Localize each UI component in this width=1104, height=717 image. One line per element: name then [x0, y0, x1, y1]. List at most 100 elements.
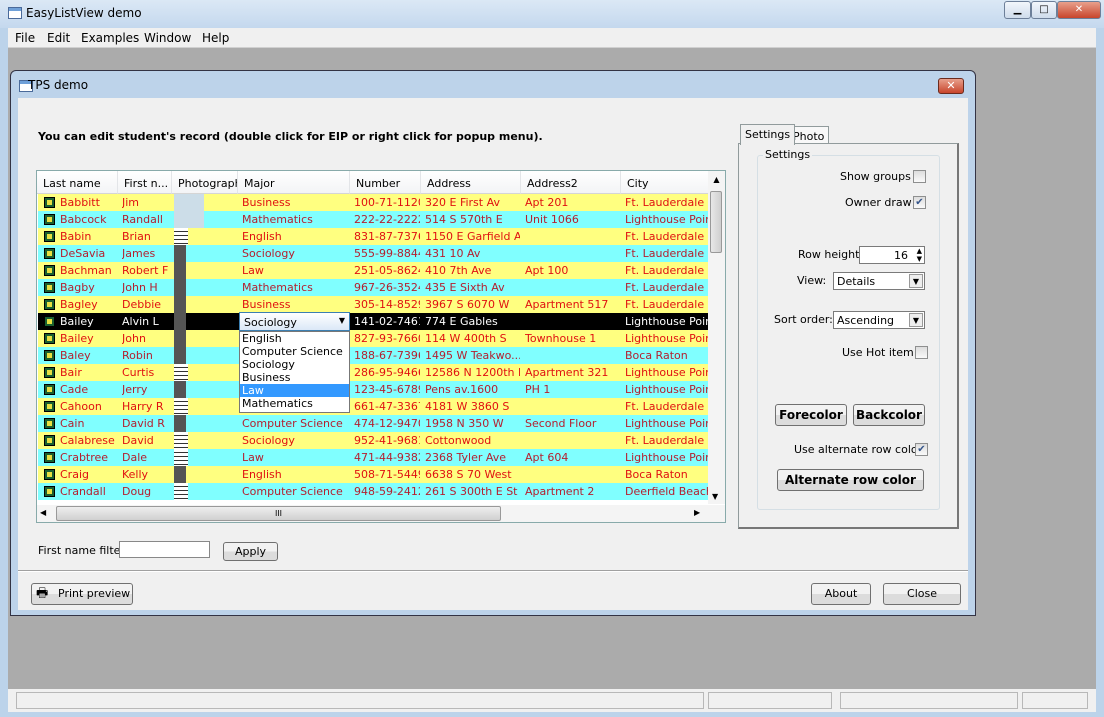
- table-row[interactable]: Bailey John 827-93-7660 114 W 400th S Townho…: [38, 330, 708, 347]
- show-groups-checkbox[interactable]: [913, 170, 926, 183]
- cell-city: Boca Raton: [625, 468, 688, 481]
- tab-settings[interactable]: Settings: [740, 124, 796, 145]
- menu-window[interactable]: Window: [144, 31, 191, 45]
- table-row[interactable]: Babin Brian English 831-87-7376 1150 E Garfi…: [38, 228, 708, 245]
- horizontal-scrollbar[interactable]: ◀ III ▶: [37, 505, 725, 522]
- table-row[interactable]: Crabtree Dale Law 471-44-9382 2368 Tyler Ave…: [38, 449, 708, 466]
- column-header-address[interactable]: Address: [421, 171, 521, 194]
- first-name-filter-input[interactable]: [119, 541, 210, 558]
- menu-examples[interactable]: Examples: [81, 31, 139, 45]
- table-row[interactable]: Bair Curtis 286-95-9466 12586 N 1200th E Apa…: [38, 364, 708, 381]
- close-button[interactable]: Close: [883, 583, 961, 605]
- column-header-major[interactable]: Major: [238, 171, 350, 194]
- table-row[interactable]: Bailey Alvin L 141-02-7461 774 E Gables Ligh…: [38, 313, 708, 330]
- owner-draw-checkbox[interactable]: ✔: [913, 196, 926, 209]
- alternate-row-color-button[interactable]: Alternate row color: [777, 469, 924, 491]
- major-option[interactable]: Law: [240, 384, 349, 397]
- table-row[interactable]: Crandall Doug Computer Science 948-59-2412 2…: [38, 483, 708, 500]
- major-option[interactable]: Business: [240, 371, 349, 384]
- chevron-down-icon[interactable]: ▼: [339, 316, 345, 325]
- cell-city: Lighthouse Point.: [625, 213, 708, 226]
- child-close-button[interactable]: ✕: [938, 78, 964, 94]
- cell-number: 831-87-7376: [354, 230, 420, 243]
- student-list-view[interactable]: Last name First n... Photograph Major Number…: [36, 170, 726, 523]
- sort-order-select[interactable]: Ascending ▼: [833, 311, 925, 329]
- close-window-button[interactable]: ✕: [1057, 1, 1101, 19]
- printer-icon: 🖶: [36, 586, 49, 601]
- scroll-down-arrow-icon[interactable]: ▼: [712, 492, 718, 501]
- cell-city: Lighthouse Point: [625, 417, 708, 430]
- maximize-button[interactable]: □: [1031, 1, 1057, 19]
- cell-address: 435 E Sixth Av: [425, 281, 505, 294]
- scroll-left-arrow-icon[interactable]: ◀: [40, 508, 46, 517]
- cell-major: English: [242, 468, 282, 481]
- table-row[interactable]: Bachman Robert F Law 251-05-8624 410 7th Ave…: [38, 262, 708, 279]
- vertical-scroll-thumb[interactable]: [710, 191, 722, 253]
- table-row[interactable]: Calabrese David Sociology 952-41-9681 Cotton…: [38, 432, 708, 449]
- status-bar: [8, 689, 1096, 712]
- table-row[interactable]: Craig Kelly English 508-71-5449 6638 S 70 We…: [38, 466, 708, 483]
- instructions-text: You can edit student's record (double cl…: [38, 130, 543, 143]
- column-header-photograph[interactable]: Photograph: [172, 171, 238, 194]
- major-option[interactable]: Mathematics: [240, 397, 349, 410]
- hot-item-checkbox[interactable]: [915, 346, 928, 359]
- column-header-address2[interactable]: Address2: [521, 171, 621, 194]
- row-height-spinner[interactable]: 16 ▲ ▼: [859, 246, 925, 264]
- cell-number: 222-22-2222: [354, 213, 420, 226]
- cell-number: 474-12-9470: [354, 417, 420, 430]
- scroll-right-arrow-icon[interactable]: ▶: [694, 508, 700, 517]
- cell-address2: Townhouse 1: [525, 332, 597, 345]
- cell-major: Computer Science: [242, 417, 343, 430]
- view-select[interactable]: Details ▼: [833, 272, 925, 290]
- student-photo: [174, 262, 186, 279]
- column-header-number[interactable]: Number: [350, 171, 421, 194]
- major-option[interactable]: Sociology: [240, 358, 349, 371]
- sort-order-value: Ascending: [837, 314, 895, 327]
- spinner-arrows-icon[interactable]: ▲ ▼: [917, 247, 922, 263]
- settings-group-label: Settings: [763, 148, 813, 161]
- table-row[interactable]: Bagby John H Mathematics 967-26-3524 435 E S…: [38, 279, 708, 296]
- major-option[interactable]: English: [240, 332, 349, 345]
- menu-edit[interactable]: Edit: [47, 31, 70, 45]
- menu-help[interactable]: Help: [202, 31, 229, 45]
- table-row[interactable]: Cain David R Computer Science 474-12-9470 19…: [38, 415, 708, 432]
- table-row[interactable]: Babcock Randall Mathematics 222-22-2222 514 …: [38, 211, 708, 228]
- about-button[interactable]: About: [811, 583, 871, 605]
- vertical-scrollbar[interactable]: ▼: [708, 189, 725, 504]
- table-row[interactable]: Cade Jerry 123-45-6789 Pens av.1600 PH 1 Ligh…: [38, 381, 708, 398]
- cell-first-name: Robert F: [122, 264, 169, 277]
- forecolor-button[interactable]: Forecolor: [775, 404, 847, 426]
- chevron-down-icon[interactable]: ▼: [909, 274, 923, 288]
- chevron-down-icon[interactable]: ▼: [909, 313, 923, 327]
- cell-first-name: John H: [122, 281, 158, 294]
- column-header-first-name[interactable]: First n...: [118, 171, 172, 194]
- table-row[interactable]: DeSavia James Sociology 555-99-8844 431 10 A…: [38, 245, 708, 262]
- scroll-up-arrow-icon[interactable]: ▲: [708, 171, 725, 189]
- student-photo: [174, 364, 188, 381]
- cell-address: 114 W 400th S: [425, 332, 507, 345]
- cell-last-name: Cain: [60, 417, 85, 430]
- column-header-city[interactable]: City: [621, 171, 709, 194]
- column-header-last-name[interactable]: Last name: [37, 171, 118, 194]
- row-height-label: Row height:: [798, 248, 864, 261]
- horizontal-scroll-thumb[interactable]: III: [56, 506, 501, 521]
- table-row[interactable]: Bagley Debbie Business 305-14-8529 3967 S 60…: [38, 296, 708, 313]
- major-dropdown-list[interactable]: English Computer Science Sociology Business…: [239, 331, 350, 413]
- table-row[interactable]: Baley Robin 188-67-7396 1495 W Teakwo... Boc…: [38, 347, 708, 364]
- table-row[interactable]: Babbitt Jim Business 100-71-1120 320 E First…: [38, 194, 708, 211]
- cell-city: Ft. Lauderdale: [625, 281, 705, 294]
- menu-file[interactable]: File: [15, 31, 35, 45]
- cell-first-name: David: [122, 434, 154, 447]
- cell-last-name: Cahoon: [60, 400, 102, 413]
- print-preview-button[interactable]: 🖶 Print preview: [31, 583, 133, 605]
- minimize-button[interactable]: ▁: [1004, 1, 1031, 19]
- backcolor-button[interactable]: Backcolor: [853, 404, 925, 426]
- alternate-row-checkbox[interactable]: ✔: [915, 443, 928, 456]
- cell-first-name: Alvin L: [122, 315, 159, 328]
- major-editor-combobox[interactable]: Sociology ▼: [239, 312, 350, 331]
- table-row[interactable]: Cahoon Harry R 661-47-3367 4181 W 3860 S Ft.…: [38, 398, 708, 415]
- student-record-icon: [44, 299, 55, 310]
- cell-first-name: Doug: [122, 485, 152, 498]
- major-option[interactable]: Computer Science: [240, 345, 349, 358]
- apply-button[interactable]: Apply: [223, 542, 278, 561]
